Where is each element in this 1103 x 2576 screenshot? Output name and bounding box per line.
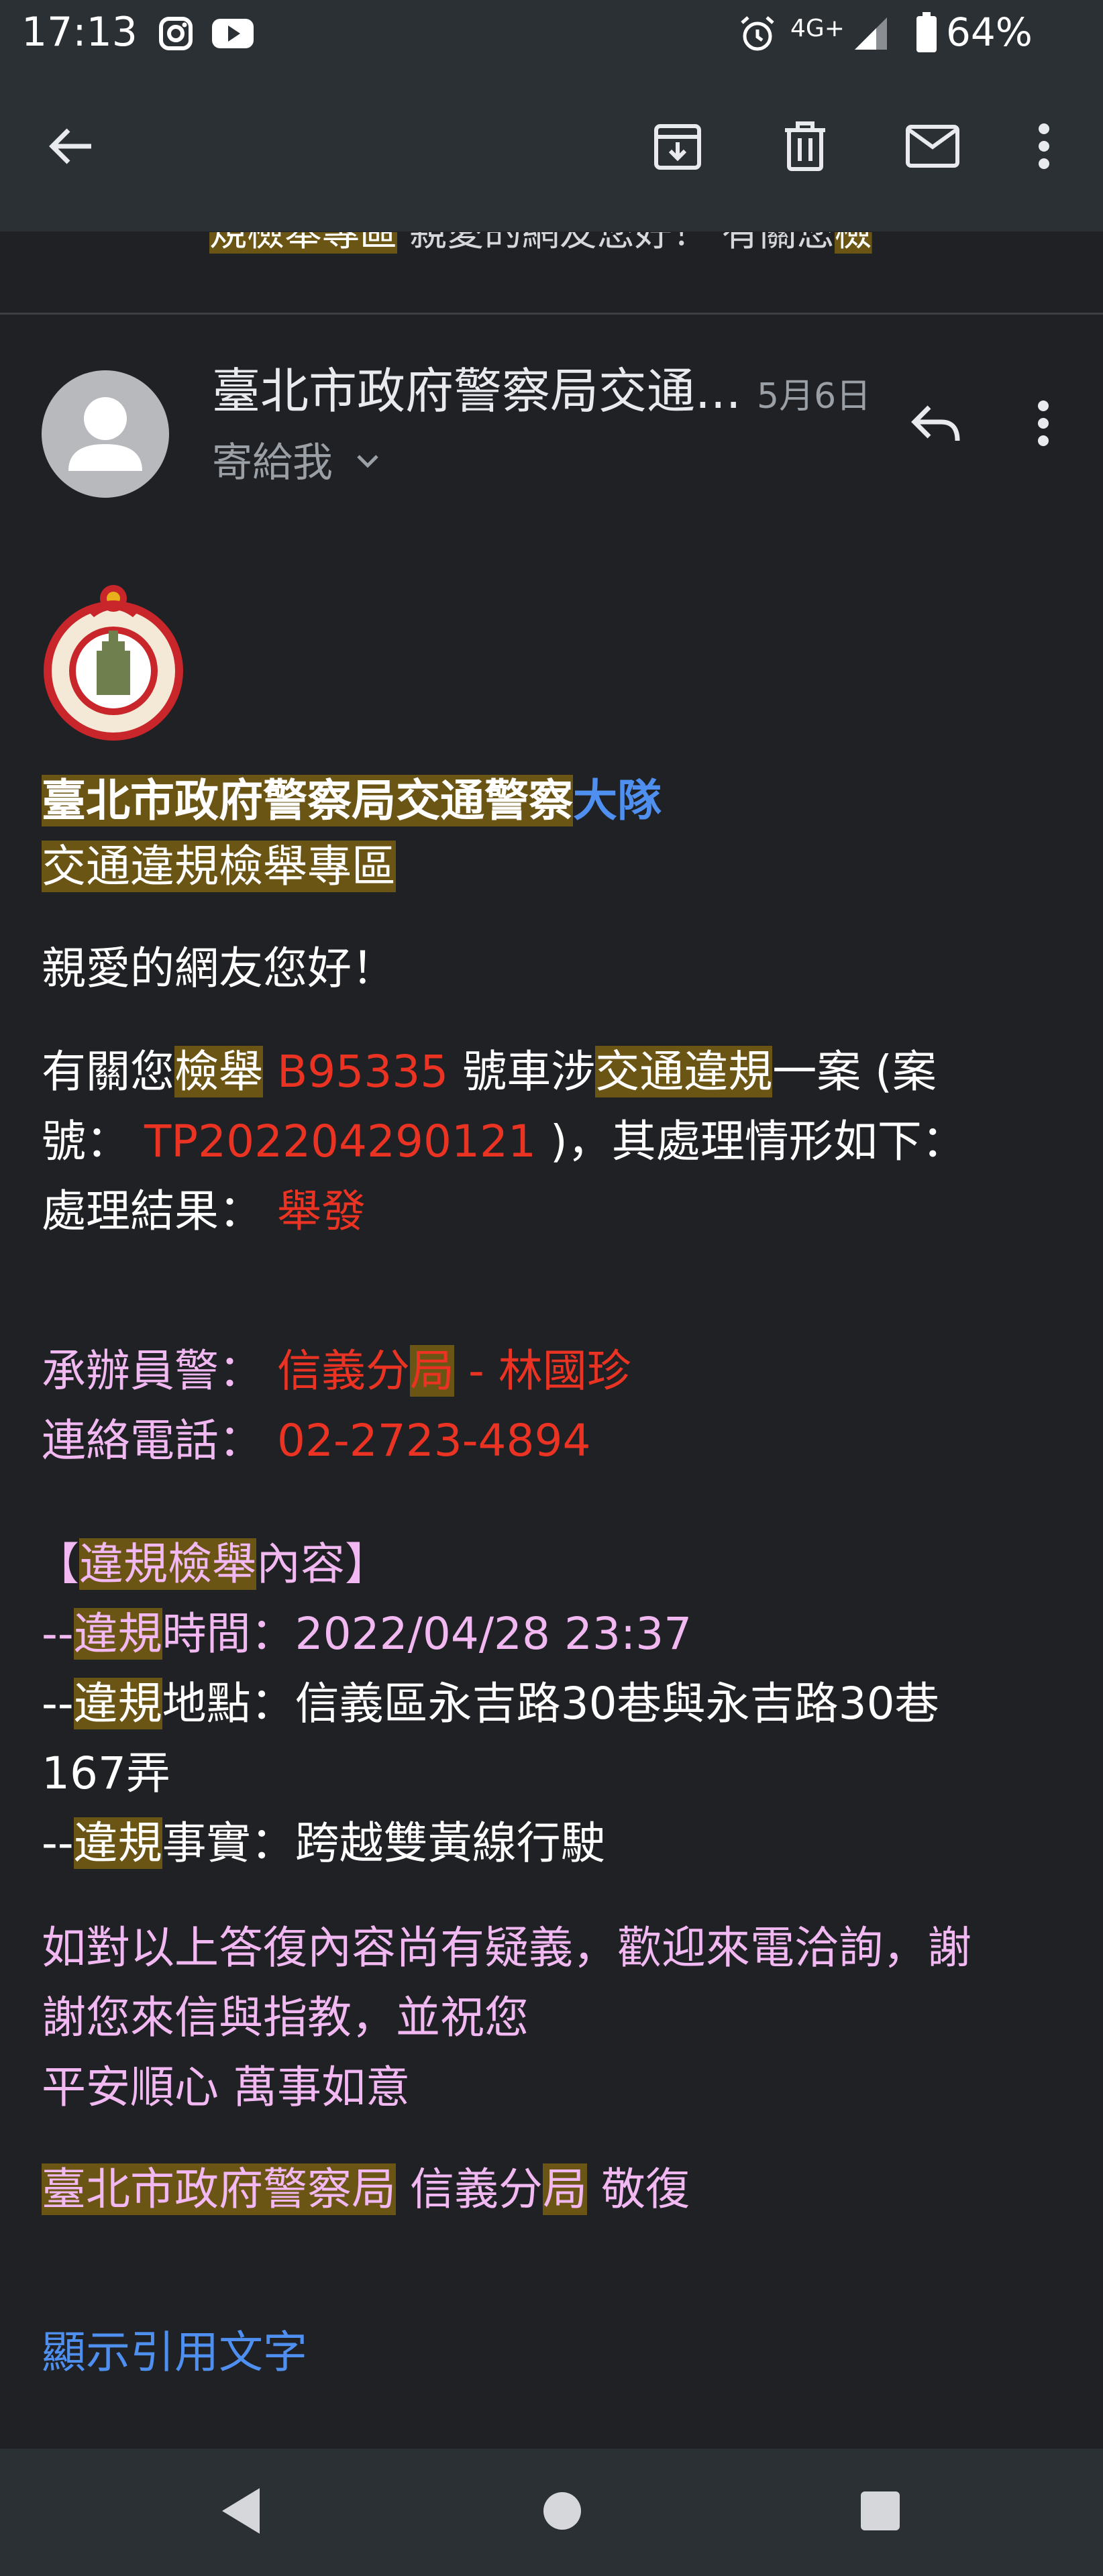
email-screen: 17:13 4G+ 64% 規檢舉專區 親愛的網友您好！ 有關您檢 臺北市政府警…	[0, 0, 1103, 2576]
nav-back-button[interactable]	[201, 2472, 282, 2553]
case-line-1: 有關您檢舉 B95335 號車涉交通違規一案 (案	[42, 1046, 937, 1097]
police-logo	[39, 584, 188, 747]
closing-line-2: 謝您來信與指教，並祝您	[42, 1992, 529, 2043]
violation-fact: --違規事實：跨越雙黃線行駛	[42, 1817, 605, 1869]
more-options-button[interactable]	[1004, 107, 1084, 188]
nav-recents-icon	[859, 2490, 901, 2534]
avatar-person-icon	[42, 397, 169, 498]
case-line-2: 號： TP202204290121 )，其處理情形如下：	[42, 1116, 966, 1167]
violation-place: --違規地點：信義區永吉路30巷與永吉路30巷	[42, 1678, 939, 1729]
battery-icon	[915, 12, 938, 56]
show-quoted-text-link[interactable]: 顯示引用文字	[42, 2322, 307, 2383]
archive-button[interactable]	[637, 107, 718, 188]
alarm-icon	[738, 15, 777, 56]
youtube-icon	[211, 15, 255, 55]
closing-line-1: 如對以上答復內容尚有疑義，歡迎來電洽詢，謝	[42, 1922, 971, 1974]
sender-avatar[interactable]	[42, 370, 169, 498]
signal-icon	[852, 15, 896, 55]
system-nav-bar	[0, 2449, 1103, 2576]
network-type: 4G+	[790, 15, 845, 42]
archive-icon	[651, 119, 704, 176]
back-arrow-icon	[47, 122, 95, 173]
instagram-icon	[157, 15, 195, 55]
mark-unread-button[interactable]	[892, 107, 973, 188]
delete-icon	[778, 119, 832, 176]
nav-back-icon	[218, 2485, 265, 2539]
chevron-down-icon[interactable]	[354, 451, 381, 474]
recipient-label[interactable]: 寄給我	[212, 436, 333, 490]
message-date: 5月6日	[757, 376, 872, 417]
reply-icon	[909, 402, 963, 447]
violation-time: --違規時間：2022/04/28 23:37	[42, 1608, 692, 1660]
mark-unread-icon	[904, 123, 961, 172]
message-divider	[0, 313, 1103, 315]
reply-button[interactable]	[892, 381, 980, 468]
message-more-button[interactable]	[1006, 381, 1080, 468]
battery-percent: 64%	[946, 9, 1033, 55]
officer-line: 承辦員警： 信義分局 - 林國珍	[42, 1345, 631, 1397]
violation-place-cont: 167弄	[42, 1748, 170, 1799]
sender-name[interactable]: 臺北市政府警察局交通...	[212, 361, 741, 421]
nav-home-icon	[541, 2489, 584, 2535]
result-line: 處理結果： 舉發	[42, 1185, 366, 1237]
delete-button[interactable]	[765, 107, 845, 188]
phone-line: 連絡電話： 02-2723-4894	[42, 1415, 591, 1466]
section-title: 【違規檢舉內容】	[35, 1538, 389, 1590]
email-subtitle: 交通違規檢舉專區	[42, 841, 396, 892]
nav-recents-button[interactable]	[840, 2472, 921, 2553]
email-title: 臺北市政府警察局交通警察大隊	[42, 775, 662, 826]
nav-home-button[interactable]	[522, 2472, 602, 2553]
top-bar: 17:13 4G+ 64%	[0, 0, 1103, 231]
back-button[interactable]	[31, 107, 111, 188]
signature: 臺北市政府警察局 信義分局 敬復	[42, 2163, 690, 2215]
more-vert-icon	[1036, 119, 1052, 176]
greeting: 親愛的網友您好！	[42, 943, 396, 994]
more-vert-icon	[1035, 396, 1051, 453]
status-time: 17:13	[21, 9, 138, 56]
closing-line-3: 平安順心 萬事如意	[42, 2061, 410, 2113]
